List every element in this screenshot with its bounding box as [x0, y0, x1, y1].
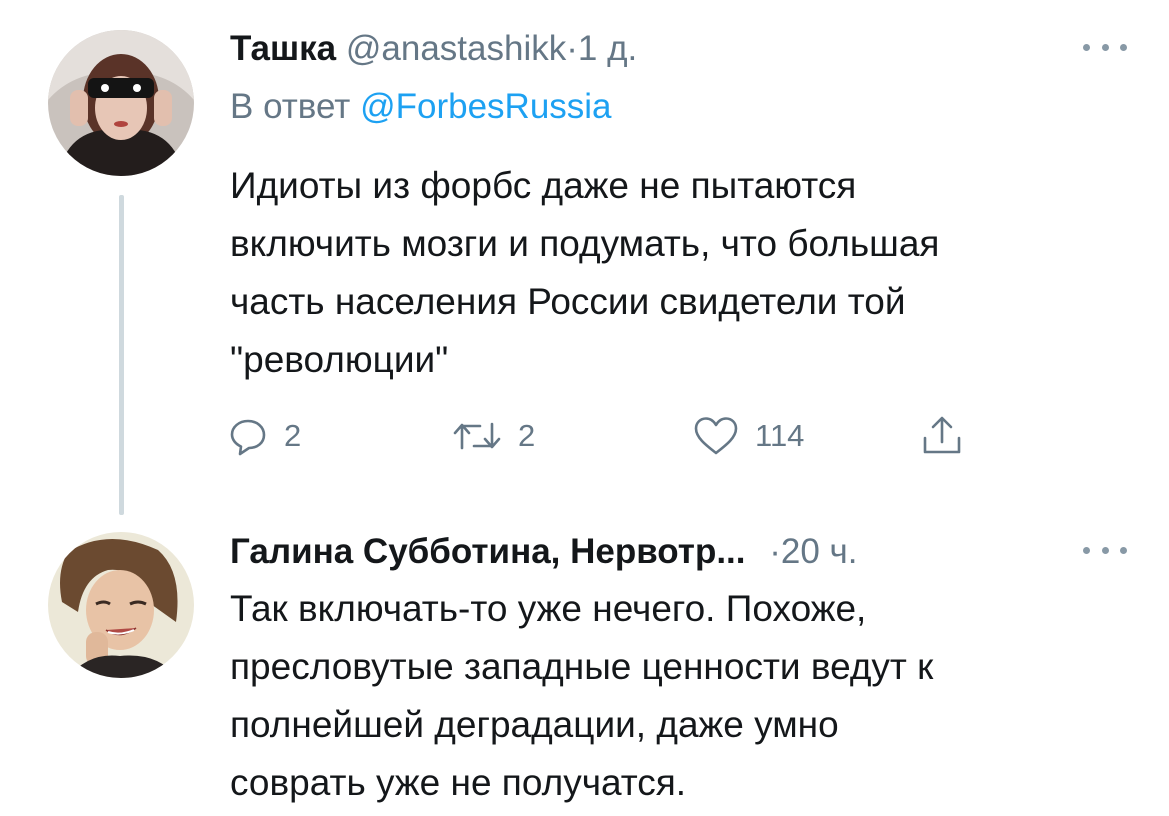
- avatar[interactable]: [48, 532, 194, 678]
- like-count: 114: [755, 418, 805, 453]
- display-name[interactable]: Ташка: [230, 29, 336, 68]
- separator-dot: ·: [769, 532, 781, 571]
- more-icon[interactable]: [1083, 32, 1127, 62]
- display-name[interactable]: Галина Субботина, Нервотр...: [230, 532, 746, 571]
- tweet[interactable]: Галина Субботина, Нервотр... ·20 ч. Так …: [0, 505, 1169, 816]
- more-icon[interactable]: [1083, 535, 1127, 565]
- tweet-header: Ташка @anastashikk·1 д.: [230, 24, 1129, 74]
- tweet[interactable]: Ташка @anastashikk·1 д. В ответ @ForbesR…: [0, 0, 1169, 515]
- thread-line: [119, 195, 124, 515]
- retweet-count: 2: [518, 418, 536, 453]
- reply-icon: [228, 416, 268, 456]
- share-button[interactable]: [920, 410, 964, 462]
- reply-prefix: В ответ: [230, 87, 351, 126]
- reply-button[interactable]: 2: [228, 410, 301, 462]
- retweet-button[interactable]: 2: [452, 410, 535, 462]
- avatar[interactable]: [48, 30, 194, 176]
- timestamp[interactable]: 1 д.: [578, 29, 637, 68]
- reply-to-link[interactable]: @ForbesRussia: [360, 87, 611, 126]
- heart-icon: [693, 416, 739, 456]
- handle[interactable]: @anastashikk: [346, 29, 566, 68]
- share-icon: [920, 414, 964, 458]
- retweet-icon: [452, 416, 502, 456]
- tweet-actions: 2 2 114: [228, 410, 988, 462]
- separator-dot: ·: [566, 29, 578, 68]
- timestamp[interactable]: 20 ч.: [781, 532, 858, 571]
- like-button[interactable]: 114: [693, 410, 804, 462]
- tweet-header: Галина Субботина, Нервотр... ·20 ч.: [230, 527, 1129, 577]
- tweet-text: Идиоты из форбс даже не пытаются включит…: [230, 165, 940, 380]
- tweet-text: Так включать-то уже нечего. Похоже, прес…: [230, 588, 934, 803]
- reply-count: 2: [284, 418, 302, 453]
- reply-context: В ответ @ForbesRussia: [230, 82, 612, 132]
